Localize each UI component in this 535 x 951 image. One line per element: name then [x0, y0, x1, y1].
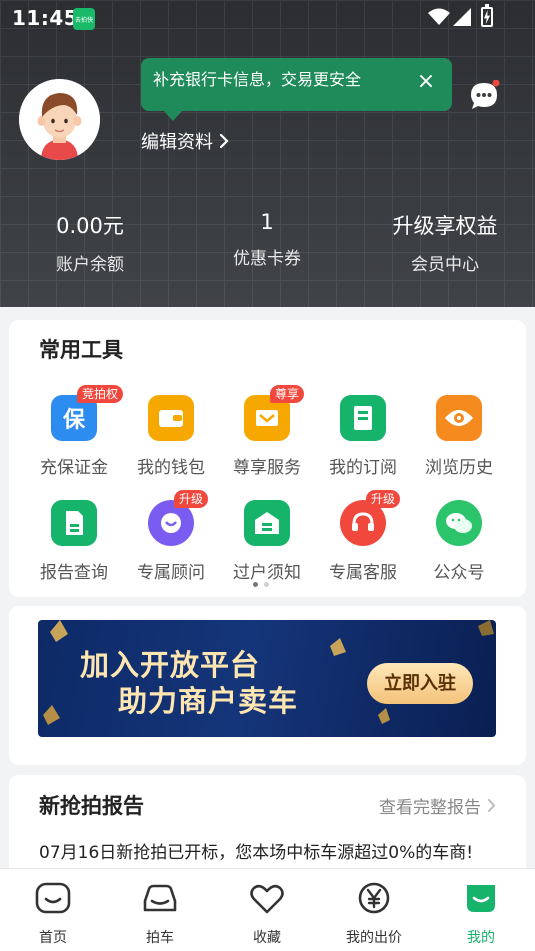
chevron-right-icon: [219, 133, 229, 149]
wallet-icon: [148, 395, 194, 441]
transfer-icon: [244, 500, 290, 546]
stat-value: 0.00元: [56, 214, 124, 238]
edit-profile-label: 编辑资料: [141, 132, 213, 153]
tool-badge: 升级: [366, 490, 401, 508]
car-icon: [143, 884, 177, 912]
tool-label: 过户须知: [233, 563, 301, 583]
nav-home[interactable]: 首页: [3, 879, 103, 947]
tool-wallet[interactable]: 我的钱包: [126, 395, 216, 478]
tool-label: 公众号: [433, 563, 485, 583]
crown-icon: 尊享: [244, 385, 305, 441]
wifi-icon: [428, 8, 450, 25]
close-icon[interactable]: ×: [416, 71, 436, 93]
stat-balance[interactable]: 0.00元 账户余额: [15, 210, 165, 275]
shield-icon: 保 竞拍权: [51, 385, 124, 441]
report-icon: [51, 500, 97, 546]
tool-label: 我的钱包: [137, 458, 205, 478]
stat-value: 1: [260, 210, 274, 234]
bottom-nav: 首页 拍车 收藏 我的出价 我的: [0, 868, 535, 951]
tool-badge: 升级: [174, 490, 209, 508]
nav-mine[interactable]: 我的: [431, 879, 531, 947]
tool-service[interactable]: 升级 专属客服: [318, 490, 408, 583]
tool-transfer[interactable]: 过户须知: [222, 500, 312, 583]
report-summary: 07月16日新抢拍已开标，您本场中标车源超过0%的车商!: [39, 843, 474, 863]
wechat-icon: [436, 500, 482, 546]
tool-label: 专属客服: [329, 563, 397, 583]
nav-label: 收藏: [253, 930, 281, 946]
chevron-right-icon: [488, 799, 496, 812]
tool-label: 我的订阅: [329, 458, 397, 478]
heart-icon: [250, 884, 284, 914]
nav-favorites[interactable]: 收藏: [217, 879, 317, 947]
tool-advisor[interactable]: 升级 专属顾问: [126, 490, 216, 583]
tool-label: 浏览历史: [425, 458, 493, 478]
nav-auction[interactable]: 拍车: [110, 879, 210, 947]
tool-badge: 尊享: [270, 385, 305, 403]
section-title: 常用工具: [39, 338, 123, 362]
service-icon: 升级: [340, 490, 401, 546]
yuan-icon: [358, 882, 390, 914]
stat-label: 账户余额: [56, 255, 124, 275]
tool-history[interactable]: 浏览历史: [414, 395, 504, 478]
common-tools-card: 常用工具 保 竞拍权 充保证金 我的钱包 尊享 尊享服务 我的订阅 浏览历史 报…: [9, 320, 526, 597]
stat-coupons[interactable]: 1 优惠卡券: [192, 210, 342, 269]
home-icon: [35, 882, 71, 914]
tool-label: 报告查询: [40, 563, 108, 583]
battery-icon: [481, 4, 493, 27]
tool-report[interactable]: 报告查询: [29, 500, 119, 583]
bookmark-icon: [340, 395, 386, 441]
stat-label: 优惠卡券: [233, 249, 301, 269]
open-platform-banner[interactable]: 加入开放平台 助力商户卖车 立即入驻: [38, 620, 496, 737]
view-full-report-link[interactable]: 查看完整报告: [379, 793, 496, 818]
nav-label: 我的出价: [346, 930, 402, 946]
advisor-icon: 升级: [148, 490, 209, 546]
profile-header: 11:45 去拍快 补充银行卡信息，交易更安全 × 编辑资料 0.00元 账户余…: [0, 0, 535, 307]
link-label: 查看完整报告: [379, 798, 481, 818]
tool-label: 专属顾问: [137, 563, 205, 583]
status-time: 11:45: [12, 6, 79, 30]
tool-subscription[interactable]: 我的订阅: [318, 395, 408, 478]
avatar-illustration: [19, 79, 100, 160]
tool-label: 充保证金: [40, 458, 108, 478]
nav-label: 拍车: [146, 930, 174, 946]
join-now-button[interactable]: 立即入驻: [367, 663, 473, 704]
banner-card: 加入开放平台 助力商户卖车 立即入驻: [9, 606, 526, 765]
tool-label: 尊享服务: [233, 458, 301, 478]
tooltip-text: 补充银行卡信息，交易更安全: [153, 70, 362, 89]
nav-my-bids[interactable]: 我的出价: [324, 879, 424, 947]
app-notification-icon: 去拍快: [73, 8, 95, 30]
status-bar: 11:45 去拍快: [0, 0, 535, 36]
tool-premium[interactable]: 尊享 尊享服务: [222, 385, 312, 478]
signal-icon: [453, 8, 471, 26]
bank-card-tooltip[interactable]: 补充银行卡信息，交易更安全 ×: [141, 58, 452, 121]
tool-official-account[interactable]: 公众号: [414, 500, 504, 583]
nav-label: 我的: [467, 930, 495, 946]
page-indicator: [253, 582, 269, 587]
stat-membership[interactable]: 升级享权益 会员中心: [370, 210, 520, 275]
profile-icon: [467, 885, 495, 912]
banner-line-2: 助力商户卖车: [118, 684, 299, 718]
tool-deposit[interactable]: 保 竞拍权 充保证金: [29, 385, 124, 478]
section-title: 新抢拍报告: [39, 794, 144, 818]
edit-profile-link[interactable]: 编辑资料: [141, 128, 229, 154]
avatar[interactable]: [19, 79, 100, 160]
stat-label: 会员中心: [411, 255, 479, 275]
nav-label: 首页: [39, 930, 67, 946]
stat-value: 升级享权益: [392, 214, 498, 238]
message-icon[interactable]: [468, 80, 500, 112]
tool-badge: 竞拍权: [77, 385, 124, 403]
eye-icon: [436, 395, 482, 441]
